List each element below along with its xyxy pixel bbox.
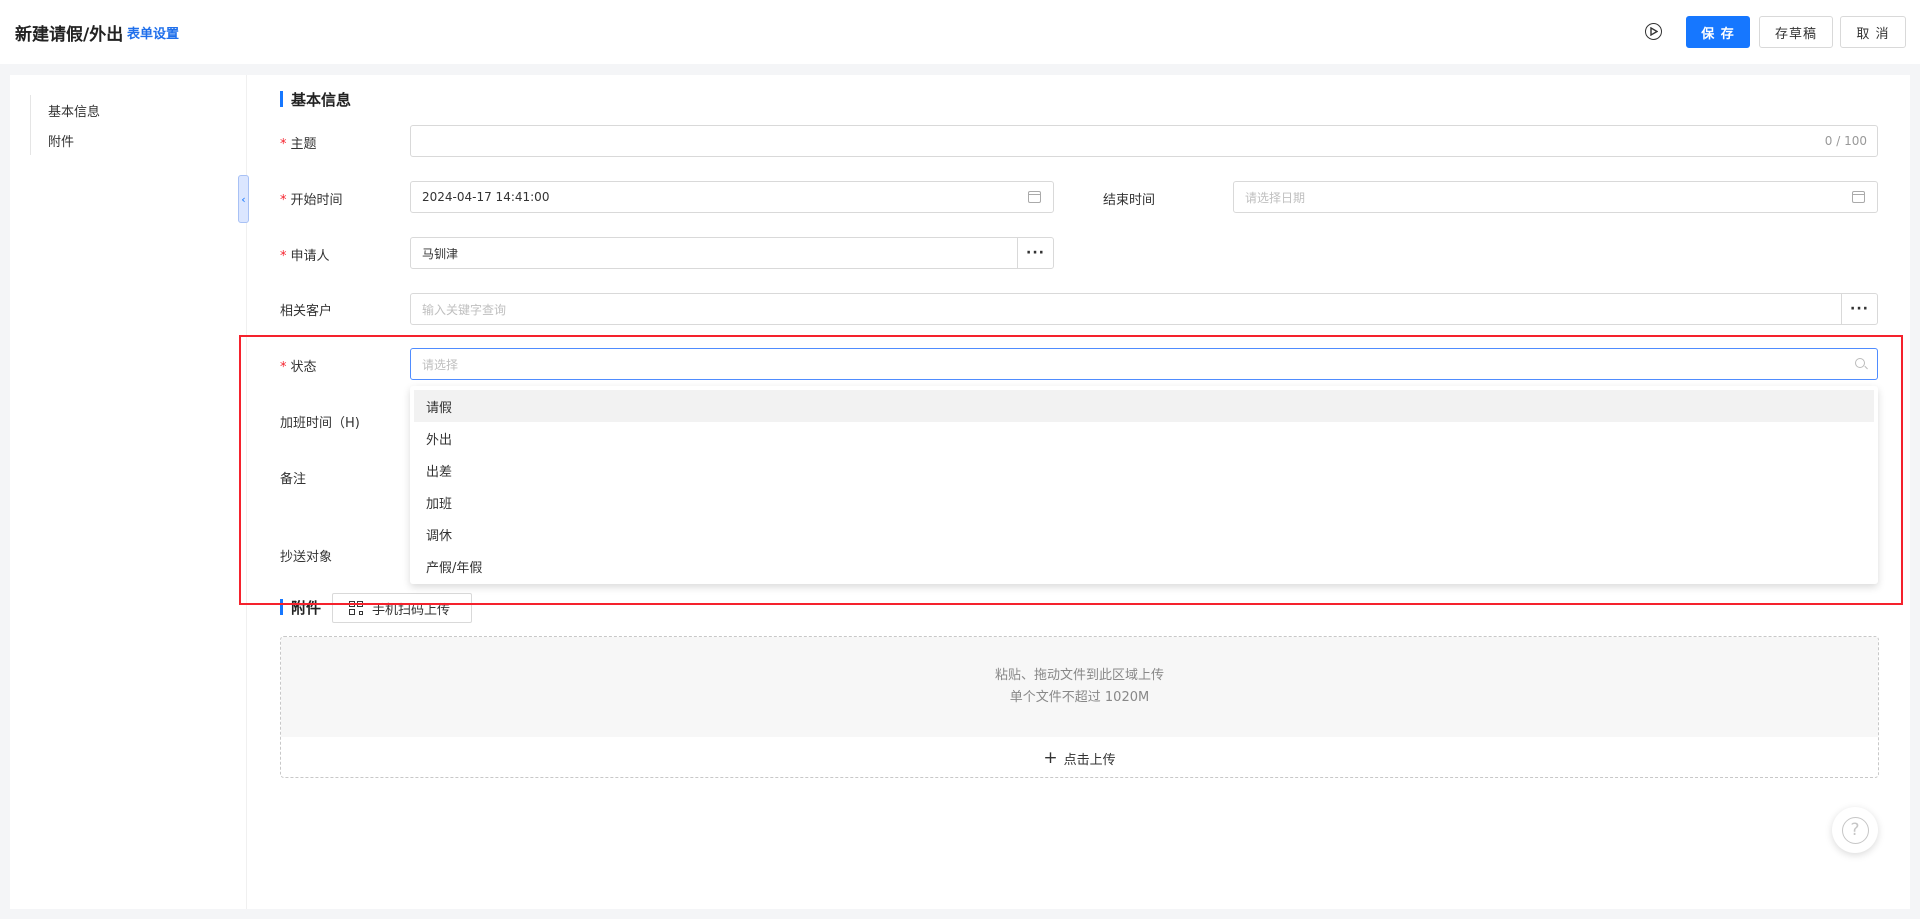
ellipsis-icon[interactable]: ··· bbox=[1017, 237, 1054, 269]
calendar-icon bbox=[1028, 191, 1041, 203]
status-option[interactable]: 外出 bbox=[414, 422, 1874, 454]
upload-limit-text: 单个文件不超过 1020M bbox=[1009, 690, 1150, 705]
page-title: 新建请假/外出 bbox=[15, 25, 124, 45]
chevron-left-icon[interactable]: ‹ bbox=[238, 175, 249, 223]
cancel-button[interactable]: 取 消 bbox=[1840, 16, 1906, 48]
qr-upload-button[interactable]: 手机扫码上传 bbox=[332, 593, 472, 623]
related-customer-label: 相关客户 bbox=[280, 304, 333, 319]
nav-divider bbox=[30, 95, 31, 155]
applicant-label: * 申请人 bbox=[280, 249, 330, 264]
sidebar-item-basic-info[interactable]: 基本信息 bbox=[48, 101, 100, 120]
save-draft-button[interactable]: 存草稿 bbox=[1759, 16, 1833, 48]
sidebar-item-attachments[interactable]: 附件 bbox=[48, 131, 74, 150]
calendar-icon bbox=[1852, 191, 1865, 203]
search-icon bbox=[1855, 358, 1865, 368]
section-title-attachments: 附件 bbox=[280, 597, 321, 618]
upload-button[interactable]: + 点击上传 bbox=[281, 737, 1878, 777]
upload-dropzone[interactable]: 粘贴、拖动文件到此区域上传 单个文件不超过 1020M bbox=[281, 637, 1878, 737]
applicant-input[interactable]: 马钏津 bbox=[410, 237, 1018, 269]
form-settings-link[interactable]: 表单设置 bbox=[127, 23, 179, 42]
status-option[interactable]: 请假 bbox=[414, 390, 1874, 422]
cc-label: 抄送对象 bbox=[280, 550, 333, 565]
status-option[interactable]: 加班 bbox=[414, 486, 1874, 518]
end-time-input[interactable]: 请选择日期 bbox=[1233, 181, 1878, 213]
end-time-label: 结束时间 bbox=[1103, 193, 1156, 208]
remark-label: 备注 bbox=[280, 472, 307, 487]
status-dropdown: 请假 外出 出差 加班 调休 产假/年假 bbox=[410, 386, 1878, 584]
status-label: * 状态 bbox=[280, 360, 317, 375]
start-time-label: * 开始时间 bbox=[280, 193, 343, 208]
subject-input[interactable]: 0 / 100 bbox=[410, 125, 1878, 157]
save-button[interactable]: 保 存 bbox=[1686, 16, 1750, 48]
related-customer-input[interactable]: 输入关键字查询 bbox=[410, 293, 1842, 325]
qr-code-icon bbox=[349, 601, 363, 615]
section-nav bbox=[10, 75, 247, 909]
status-option[interactable]: 调休 bbox=[414, 518, 1874, 550]
status-option[interactable]: 出差 bbox=[414, 454, 1874, 486]
char-counter: 0 / 100 bbox=[1824, 134, 1867, 148]
play-circle-icon[interactable] bbox=[1645, 23, 1662, 40]
plus-icon: + bbox=[1043, 748, 1058, 768]
subject-label: * 主题 bbox=[280, 137, 317, 152]
section-title-basic-info: 基本信息 bbox=[280, 89, 351, 110]
ellipsis-icon[interactable]: ··· bbox=[1841, 293, 1878, 325]
top-bar: 新建请假/外出 表单设置 保 存 存草稿 取 消 bbox=[0, 0, 1920, 64]
upload-drop-text: 粘贴、拖动文件到此区域上传 bbox=[994, 668, 1164, 683]
overtime-label: 加班时间（H) bbox=[280, 416, 360, 431]
status-select[interactable]: 请选择 bbox=[410, 348, 1878, 380]
start-time-input[interactable]: 2024-04-17 14:41:00 bbox=[410, 181, 1054, 213]
upload-area[interactable]: 粘贴、拖动文件到此区域上传 单个文件不超过 1020M + 点击上传 bbox=[280, 636, 1879, 778]
status-option[interactable]: 产假/年假 bbox=[414, 550, 1874, 582]
help-button[interactable]: ? bbox=[1832, 807, 1878, 853]
help-icon: ? bbox=[1841, 816, 1869, 844]
